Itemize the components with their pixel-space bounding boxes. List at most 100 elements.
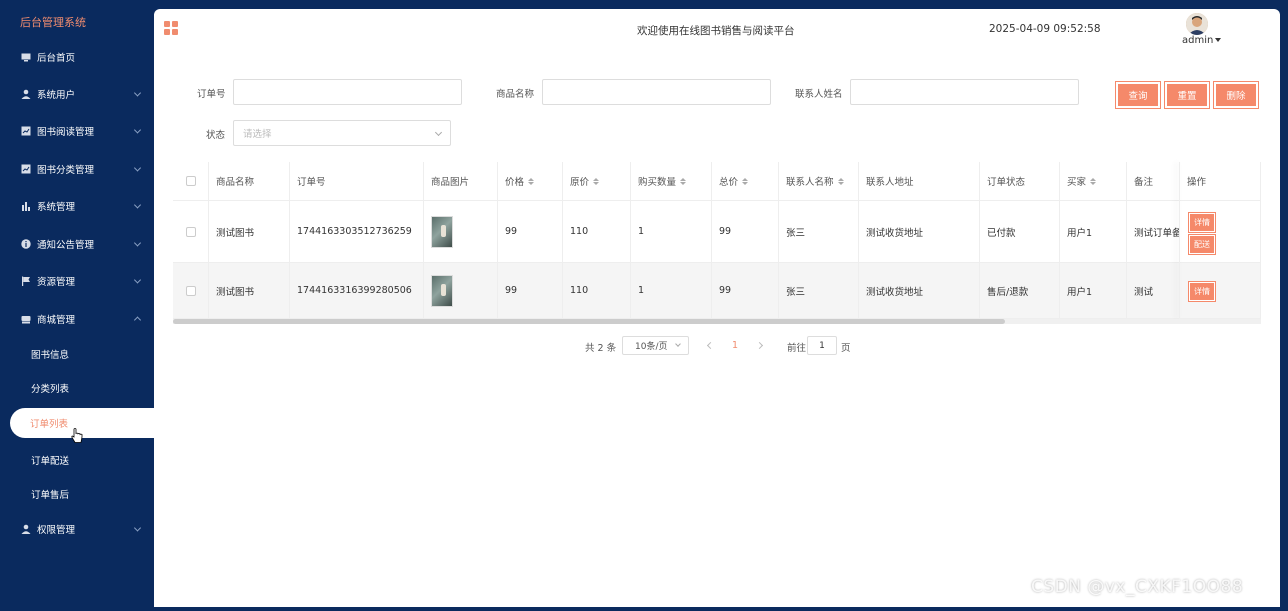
prev-page-icon[interactable] <box>706 341 715 350</box>
sidebar-item-label: 资源管理 <box>37 277 76 288</box>
sort-icon[interactable] <box>742 177 749 185</box>
next-page-icon[interactable] <box>755 341 764 350</box>
column-header: 商品图片 <box>424 162 498 201</box>
column-header: 订单状态 <box>980 162 1060 201</box>
column-header-buyer[interactable]: 买家 <box>1060 162 1127 201</box>
sidebar-item-resource[interactable]: 资源管理 <box>0 263 154 299</box>
avatar[interactable] <box>1186 13 1208 35</box>
product-name-input[interactable] <box>542 79 771 105</box>
sidebar-item-label: 商城管理 <box>37 315 76 326</box>
contact-name-input[interactable] <box>850 79 1079 105</box>
column-header-total[interactable]: 总价 <box>712 162 779 201</box>
sort-icon[interactable] <box>593 177 600 185</box>
goto-page-input[interactable]: 1 <box>807 336 837 355</box>
sidebar-item-label: 图书阅读管理 <box>37 127 95 138</box>
deliver-button[interactable]: 配送 <box>1188 234 1216 255</box>
column-header-label: 原价 <box>570 177 590 188</box>
query-button[interactable]: 查询 <box>1115 81 1161 109</box>
chevron-down-icon <box>133 89 142 97</box>
detail-button[interactable]: 详情 <box>1188 281 1216 302</box>
row-checkbox[interactable] <box>185 285 196 296</box>
monitor-icon <box>20 52 31 63</box>
select-all-checkbox[interactable] <box>185 176 196 186</box>
column-header: 商品名称 <box>209 162 290 201</box>
flag-icon <box>20 276 31 287</box>
watermark: CSDN @vx_CXKF1OO88 <box>1031 577 1244 597</box>
cell-image <box>424 201 498 263</box>
cell-image <box>424 263 498 319</box>
bar-chart-icon <box>20 201 31 212</box>
contact-name-label: 联系人姓名 <box>795 89 843 100</box>
orders-table: 商品名称 订单号 商品图片 价格 原价 购买数量 总价 联系人名称 联系人地址 … <box>173 162 1261 322</box>
chevron-down-icon <box>133 201 142 209</box>
column-header: 操作 <box>1180 162 1261 201</box>
sidebar-item-notice[interactable]: 通知公告管理 <box>0 226 154 262</box>
cell-order-no: 1744163316399280506 <box>290 263 424 319</box>
detail-button[interactable]: 详情 <box>1188 212 1216 233</box>
goto-suffix: 页 <box>841 343 851 354</box>
chevron-down-icon <box>133 164 142 172</box>
cell-product: 测试图书 <box>209 201 290 263</box>
user-menu[interactable]: admin <box>1182 35 1222 46</box>
status-select[interactable]: 请选择 <box>233 120 451 146</box>
cell-orig-price: 110 <box>563 263 631 319</box>
menu-grid-icon[interactable] <box>164 21 178 35</box>
sort-icon[interactable] <box>837 177 844 185</box>
horizontal-scrollbar[interactable] <box>173 319 1005 324</box>
column-header: 订单号 <box>290 162 424 201</box>
sidebar-item-mall[interactable]: 商城管理 <box>0 301 154 337</box>
chart-box-icon <box>20 126 31 137</box>
sidebar-item-home[interactable]: 后台首页 <box>0 39 154 75</box>
book-thumbnail[interactable] <box>431 215 453 248</box>
cell-buyer: 用户1 <box>1060 263 1127 319</box>
delete-button[interactable]: 删除 <box>1213 81 1259 109</box>
row-checkbox[interactable] <box>185 226 196 237</box>
column-header-contact[interactable]: 联系人名称 <box>779 162 859 201</box>
sidebar-item-permission[interactable]: 权限管理 <box>0 511 154 547</box>
status-placeholder: 请选择 <box>243 129 272 140</box>
book-thumbnail[interactable] <box>431 274 453 307</box>
sidebar-item-system-manage[interactable]: 系统管理 <box>0 188 154 224</box>
sidebar-subitem-after-sales[interactable]: 订单售后 <box>0 477 154 511</box>
current-page[interactable]: 1 <box>732 340 738 351</box>
cell-contact: 张三 <box>779 263 859 319</box>
column-header-label: 总价 <box>719 177 739 188</box>
cell-qty: 1 <box>631 263 712 319</box>
username: admin <box>1182 35 1214 46</box>
column-header-label: 联系人名称 <box>786 177 834 188</box>
row-select-cell <box>173 201 209 263</box>
sort-icon[interactable] <box>528 177 535 185</box>
sort-icon[interactable] <box>680 177 687 185</box>
cell-status: 售后/退款 <box>980 263 1060 319</box>
sidebar-item-label: 后台首页 <box>37 53 76 64</box>
cell-price: 99 <box>498 263 563 319</box>
product-name-label: 商品名称 <box>496 89 535 100</box>
page-size-select[interactable]: 10条/页 <box>622 336 689 355</box>
select-all-cell <box>173 162 209 201</box>
datetime-display: 2025-04-09 09:52:58 <box>989 23 1101 35</box>
caret-down-icon <box>1215 38 1222 42</box>
sidebar-item-book-category[interactable]: 图书分类管理 <box>0 151 154 187</box>
pagination-total: 共 2 条 <box>585 343 617 354</box>
sidebar-item-system-users[interactable]: 系统用户 <box>0 76 154 112</box>
cell-qty: 1 <box>631 201 712 263</box>
sidebar-item-book-reading[interactable]: 图书阅读管理 <box>0 113 154 149</box>
cell-total: 99 <box>712 263 779 319</box>
sidebar-subitem-category-list[interactable]: 分类列表 <box>0 371 154 405</box>
order-no-label: 订单号 <box>197 89 226 100</box>
column-header-label: 买家 <box>1067 177 1087 188</box>
column-header-qty[interactable]: 购买数量 <box>631 162 712 201</box>
sort-icon[interactable] <box>1090 177 1097 185</box>
column-header-price[interactable]: 价格 <box>498 162 563 201</box>
cell-buyer: 用户1 <box>1060 201 1127 263</box>
sidebar-subitem-order-delivery[interactable]: 订单配送 <box>0 443 154 477</box>
reset-button[interactable]: 重置 <box>1164 81 1210 109</box>
goto-prefix: 前往 <box>787 343 807 354</box>
cell-remark: 测试 <box>1127 263 1180 319</box>
main-panel: 欢迎使用在线图书销售与阅读平台 2025-04-09 09:52:58 admi… <box>154 9 1280 607</box>
sidebar-subitem-book-info[interactable]: 图书信息 <box>0 337 154 371</box>
page-title: 欢迎使用在线图书销售与阅读平台 <box>637 25 795 37</box>
order-no-input[interactable] <box>233 79 462 105</box>
column-header-orig-price[interactable]: 原价 <box>563 162 631 201</box>
fixed-column-shadow <box>1179 162 1180 319</box>
